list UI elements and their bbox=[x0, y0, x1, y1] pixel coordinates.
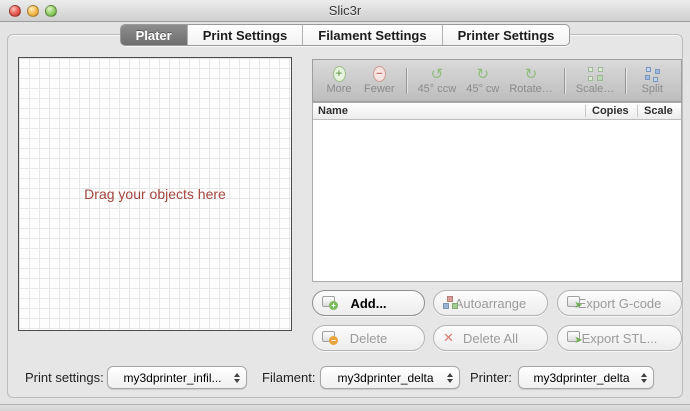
delete-object-icon: − bbox=[322, 331, 338, 345]
autoarrange-button[interactable]: Autoarrange bbox=[433, 290, 548, 316]
printer-select[interactable]: my3dprinter_delta bbox=[518, 366, 654, 389]
scale-button[interactable]: Scale… bbox=[576, 66, 614, 95]
add-object-icon: + bbox=[322, 296, 338, 310]
delete-all-button[interactable]: ✕ Delete All bbox=[433, 325, 548, 351]
delete-button[interactable]: − Delete bbox=[312, 325, 425, 351]
tab-filament-settings[interactable]: Filament Settings bbox=[303, 25, 443, 45]
split-button[interactable]: Split bbox=[637, 66, 667, 95]
toolbar-separator bbox=[625, 67, 627, 94]
tab-print-settings[interactable]: Print Settings bbox=[188, 25, 304, 45]
tab-printer-settings[interactable]: Printer Settings bbox=[443, 25, 570, 45]
toolbar-separator bbox=[563, 67, 565, 94]
slic3r-window: Slic3r Plater Print Settings Filament Se… bbox=[0, 0, 690, 411]
more-button[interactable]: + More bbox=[324, 66, 354, 95]
popup-arrows-icon bbox=[234, 372, 240, 383]
popup-arrows-icon bbox=[447, 372, 453, 383]
rotate-45cw-button[interactable]: ↻ 45° cw bbox=[466, 65, 499, 96]
column-header-scale[interactable]: Scale bbox=[637, 105, 681, 117]
plater-canvas[interactable]: Drag your objects here bbox=[18, 57, 292, 331]
object-toolbar: + More − Fewer ↺ 45° ccw ↻ 45° cw ↻ Rota… bbox=[312, 59, 682, 102]
rotate-ccw-icon: ↺ bbox=[430, 65, 444, 83]
print-settings-label: Print settings: bbox=[25, 370, 104, 385]
filament-select[interactable]: my3dprinter_delta bbox=[320, 366, 460, 389]
rotate-icon: ↻ bbox=[524, 65, 538, 83]
delete-all-icon: ✕ bbox=[443, 330, 454, 345]
object-list-header: Name Copies Scale bbox=[313, 103, 681, 120]
remove-copy-icon: − bbox=[372, 66, 386, 82]
scale-icon bbox=[587, 66, 603, 82]
window-title: Slic3r bbox=[328, 3, 362, 18]
export-stl-icon: ➤ bbox=[567, 331, 583, 346]
settings-bar: Print settings: my3dprinter_infil... Fil… bbox=[0, 364, 690, 392]
rotate-button[interactable]: ↻ Rotate… bbox=[509, 65, 552, 96]
tab-bar: Plater Print Settings Filament Settings … bbox=[0, 24, 690, 46]
object-list-body[interactable] bbox=[313, 120, 681, 281]
add-copy-icon: + bbox=[332, 66, 346, 82]
object-list[interactable]: Name Copies Scale bbox=[312, 102, 682, 282]
export-gcode-icon: ➤ bbox=[567, 296, 583, 311]
printer-label: Printer: bbox=[470, 370, 512, 385]
rotate-45ccw-button[interactable]: ↺ 45° ccw bbox=[418, 65, 457, 96]
drag-objects-hint: Drag your objects here bbox=[84, 186, 226, 202]
export-stl-button[interactable]: ➤ Export STL... bbox=[557, 325, 682, 351]
popup-arrows-icon bbox=[641, 372, 647, 383]
export-gcode-button[interactable]: ➤ Export G-code bbox=[557, 290, 682, 316]
column-header-name[interactable]: Name bbox=[313, 105, 585, 117]
rotate-cw-icon: ↻ bbox=[476, 65, 490, 83]
autoarrange-icon bbox=[443, 296, 458, 309]
titlebar[interactable]: Slic3r bbox=[0, 0, 690, 22]
tab-segmented-control: Plater Print Settings Filament Settings … bbox=[119, 24, 571, 46]
add-button[interactable]: + Add... bbox=[312, 290, 425, 316]
filament-label: Filament: bbox=[262, 370, 316, 385]
column-header-copies[interactable]: Copies bbox=[585, 105, 637, 117]
toolbar-separator bbox=[405, 67, 407, 94]
split-icon bbox=[644, 66, 660, 82]
fewer-button[interactable]: − Fewer bbox=[364, 66, 395, 95]
window-bottom-edge bbox=[0, 404, 690, 411]
tab-plater[interactable]: Plater bbox=[120, 25, 188, 45]
print-settings-select[interactable]: my3dprinter_infil... bbox=[107, 366, 247, 389]
